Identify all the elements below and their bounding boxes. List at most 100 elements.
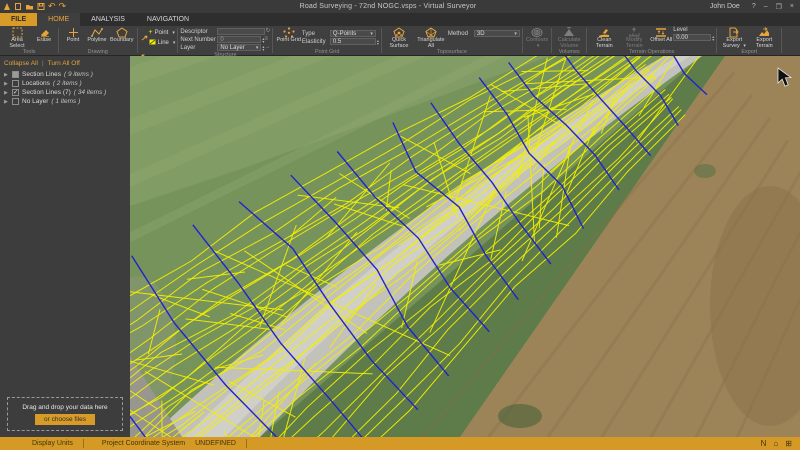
style-arrow-icon[interactable]	[141, 28, 148, 46]
layer-row-section-lines-7[interactable]: ▶ ✓ Section Lines (7) ( 34 items )	[0, 88, 130, 97]
window-title: Road Surveying - 72nd NOGC.vsps - Virtua…	[66, 3, 710, 10]
calculate-volume-button: Calculate Volume	[554, 26, 584, 49]
group-label-contours	[525, 49, 549, 55]
erase-button[interactable]: Erase	[32, 26, 56, 44]
group-label-terrain-operations: Terrain Operations	[589, 49, 714, 55]
ribbon-group-drawing: Point Polyline Boundary Drawing	[59, 26, 137, 55]
assign-arrow-icon[interactable]: →	[264, 44, 270, 51]
redo-icon[interactable]: ↷	[59, 2, 67, 11]
descriptor-input[interactable]	[217, 28, 265, 35]
viewport-svg	[130, 56, 800, 437]
type-select[interactable]: Q-Points ▾	[330, 30, 376, 37]
layer-checkbox[interactable]	[12, 71, 19, 78]
polyline-button[interactable]: Polyline	[85, 26, 109, 44]
style-point-button[interactable]: + Point ▾	[149, 29, 176, 36]
dropdown-arrow-icon: ▾	[368, 31, 373, 37]
expander-icon[interactable]: ▶	[4, 90, 9, 96]
group-label-export: Export	[719, 49, 779, 55]
group-label-volumes: Volumes	[554, 49, 584, 55]
elasticity-input[interactable]: 0.5	[330, 38, 376, 45]
tab-analysis[interactable]: ANALYSIS	[80, 13, 136, 26]
ribbon-group-tools: Area Select Erase Tools	[0, 26, 58, 55]
layer-checkbox[interactable]	[12, 80, 19, 87]
layer-row-no-layer[interactable]: ▶ No Layer ( 1 items )	[0, 97, 130, 106]
coordinate-system-label[interactable]: Project Coordinate System	[102, 440, 185, 447]
minimize-button[interactable]: –	[764, 3, 768, 11]
bush	[694, 164, 716, 178]
style-line-button[interactable]: Line ▾	[149, 38, 176, 47]
tab-navigation[interactable]: NAVIGATION	[136, 13, 200, 26]
ribbon-group-styling: + Point ▾ Line ▾ Styling	[138, 26, 178, 55]
area-select-button[interactable]: Area Select	[2, 26, 32, 49]
list-icon[interactable]: ≡	[264, 36, 268, 43]
type-label: Type	[302, 31, 330, 37]
spinner-icon[interactable]: ▴▾	[376, 39, 379, 45]
ribbon-group-contours: Contours ▾	[523, 26, 551, 55]
user-name[interactable]: John Doe	[710, 3, 740, 10]
offset-all-button[interactable]: Offset All	[649, 26, 673, 44]
help-button[interactable]: ?	[752, 3, 756, 11]
status-bar: Display Units Project Coordinate System …	[0, 437, 800, 450]
ribbon-group-structure: Descriptor ↻ Next Number 0 ▴▾ ≡ Layer No…	[178, 26, 272, 55]
dropzone-text: Drag and drop your data here	[22, 404, 107, 411]
next-number-input[interactable]: 0	[217, 36, 261, 43]
separator: |	[42, 60, 44, 67]
viewport-3d-scene[interactable]	[130, 56, 800, 437]
layer-checkbox[interactable]: ✓	[12, 89, 19, 96]
ribbon-group-terrain-operations: Clean Terrain Modify Terrain Offset All …	[587, 26, 716, 55]
level-input[interactable]: 0.00	[673, 34, 711, 41]
export-terrain-button[interactable]: Export Terrain	[749, 26, 779, 49]
app-logo-icon	[3, 2, 11, 11]
turn-all-off-link[interactable]: Turn All Off	[48, 60, 80, 67]
layer-checkbox[interactable]	[12, 98, 19, 105]
display-units-status[interactable]: Display Units	[32, 440, 73, 447]
level-label: Level	[673, 27, 687, 33]
export-survey-button[interactable]: Export Survey ▾	[719, 26, 749, 49]
dropdown-arrow-icon: ▾	[741, 43, 746, 49]
layer-row-locations[interactable]: ▶ Locations ( 2 items )	[0, 79, 130, 88]
line-style-icon	[149, 38, 156, 47]
method-select[interactable]: 3D ▾	[474, 30, 520, 37]
point-button[interactable]: Point	[61, 26, 85, 44]
layer-count: ( 9 items )	[64, 71, 93, 78]
bush	[498, 404, 542, 428]
separator	[246, 439, 247, 448]
group-label-tools: Tools	[2, 49, 56, 55]
boundary-button[interactable]: Boundary	[109, 26, 135, 44]
dropdown-arrow-icon: ▾	[254, 45, 259, 51]
coordinate-system-value: UNDEFINED	[195, 440, 236, 447]
quick-surface-button[interactable]: Quick Surface	[384, 26, 414, 49]
modify-terrain-button: Modify Terrain	[619, 26, 649, 49]
home-view-icon[interactable]: ⌂	[773, 439, 778, 448]
title-bar: ↶ ↷ Road Surveying - 72nd NOGC.vsps - Vi…	[0, 0, 800, 13]
undo-icon[interactable]: ↶	[48, 2, 56, 11]
compass-north-icon[interactable]: N	[761, 439, 767, 448]
triangulate-all-button[interactable]: Triangulate All	[414, 26, 448, 49]
clean-terrain-button[interactable]: Clean Terrain	[589, 26, 619, 49]
method-label: Method	[448, 31, 474, 37]
new-file-icon[interactable]	[14, 2, 22, 11]
contours-button: Contours ▾	[525, 26, 549, 49]
tab-home[interactable]: HOME	[37, 13, 80, 26]
ribbon: Area Select Erase Tools Point Polyline	[0, 26, 800, 56]
refresh-icon[interactable]: ↻	[265, 28, 270, 35]
collapse-all-link[interactable]: Collapse All	[4, 60, 38, 67]
expander-icon[interactable]: ▶	[4, 81, 9, 87]
tab-file[interactable]: FILE	[0, 13, 37, 26]
save-icon[interactable]	[37, 2, 45, 11]
layer-row-section-lines[interactable]: ▶ Section Lines ( 9 items )	[0, 70, 130, 79]
expander-icon[interactable]: ▶	[4, 72, 9, 78]
file-dropzone[interactable]: Drag and drop your data here or choose f…	[7, 397, 123, 431]
spinner-icon[interactable]: ▴▾	[711, 35, 714, 41]
choose-files-button[interactable]: or choose files	[35, 414, 95, 425]
expander-icon[interactable]: ▶	[4, 99, 9, 105]
maximize-button[interactable]: ❐	[776, 3, 782, 11]
fullscreen-icon[interactable]: ⊞	[785, 439, 792, 448]
layers-panel: Collapse All | Turn All Off ▶ Section Li…	[0, 56, 130, 437]
quick-access-toolbar: ↶ ↷	[0, 2, 66, 11]
layer-select[interactable]: No Layer ▾	[217, 44, 261, 51]
layer-count: ( 2 items )	[53, 80, 82, 87]
close-button[interactable]: ×	[790, 3, 794, 11]
open-folder-icon[interactable]	[25, 2, 34, 11]
point-grid-button[interactable]: Point Grid	[275, 26, 301, 44]
